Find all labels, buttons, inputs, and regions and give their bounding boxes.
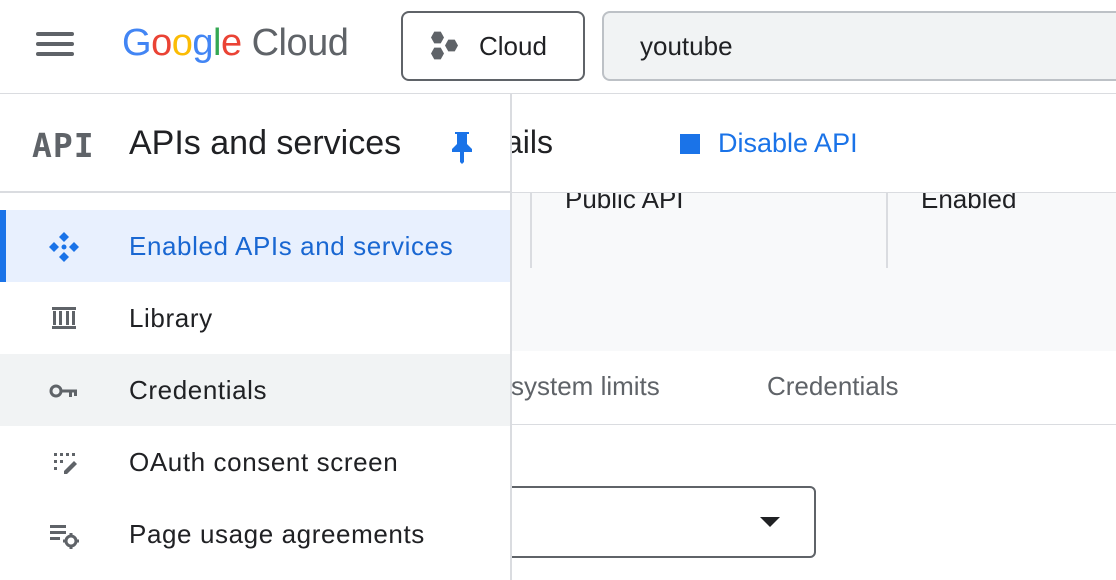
sidebar-item-library[interactable]: Library xyxy=(0,282,510,354)
search-bar[interactable] xyxy=(602,11,1116,81)
library-icon xyxy=(48,304,80,334)
disable-api-button[interactable]: Disable API xyxy=(680,128,858,159)
sidebar-item-label: OAuth consent screen xyxy=(129,446,399,477)
project-picker-button[interactable]: Cloud xyxy=(401,11,585,81)
tab-credentials[interactable]: Credentials xyxy=(767,371,899,402)
sidebar-item-label: Enabled APIs and services xyxy=(129,230,454,261)
api-status-value: Enabled xyxy=(921,193,1017,214)
main-menu-icon[interactable] xyxy=(36,32,76,60)
disable-api-label: Disable API xyxy=(718,128,858,158)
key-icon xyxy=(48,376,80,406)
api-logo-icon: API xyxy=(32,126,95,165)
column-divider xyxy=(530,193,532,268)
project-picker-label: Cloud xyxy=(479,30,547,61)
sidebar-item-label: Credentials xyxy=(129,374,268,405)
project-hexagons-icon xyxy=(429,31,463,61)
top-bar: Google Cloud Cloud xyxy=(0,0,1116,94)
column-divider xyxy=(886,193,888,268)
oauth-consent-icon xyxy=(48,448,80,478)
sidebar-item-label: Page usage agreements xyxy=(129,518,425,549)
tab-system-limits[interactable]: system limits xyxy=(511,371,660,402)
page-usage-icon xyxy=(48,520,80,550)
google-cloud-logo[interactable]: Google Cloud xyxy=(122,22,349,65)
page-title: ails xyxy=(505,124,554,160)
dropdown-arrow-icon xyxy=(760,517,780,527)
search-input[interactable] xyxy=(640,30,1116,62)
sidenav-header: API APIs and services xyxy=(0,94,510,193)
stop-square-icon xyxy=(680,133,700,154)
enabled-apis-icon xyxy=(48,232,80,262)
sidebar-item-page-usage[interactable]: Page usage agreements xyxy=(0,498,510,570)
sidebar-item-enabled-apis[interactable]: Enabled APIs and services xyxy=(0,210,510,282)
apis-services-sidenav: API APIs and services Enabled APIs and s… xyxy=(0,94,512,580)
sidebar-item-oauth-consent[interactable]: OAuth consent screen xyxy=(0,426,510,498)
sidebar-item-label: Library xyxy=(129,302,213,333)
sidenav-title: APIs and services xyxy=(129,124,402,162)
pin-icon[interactable] xyxy=(450,130,474,164)
sidebar-item-credentials[interactable]: Credentials xyxy=(0,354,510,426)
api-type-value: Public API xyxy=(565,193,684,214)
